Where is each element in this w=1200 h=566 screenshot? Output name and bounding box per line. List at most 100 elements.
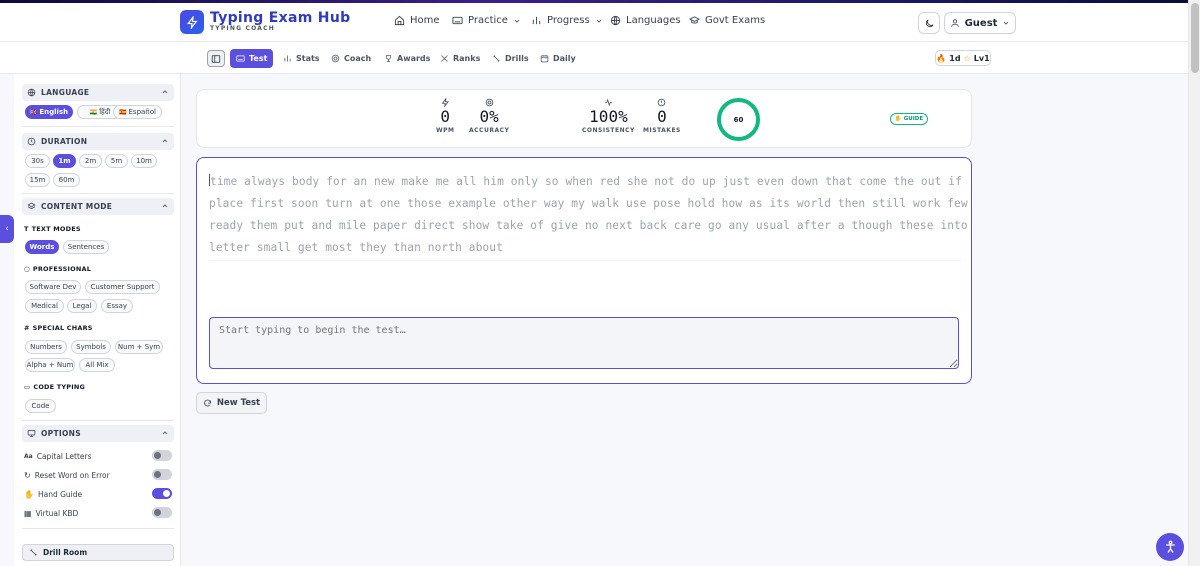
sidebar-collapse-tab[interactable]: ‹ xyxy=(0,215,14,243)
logo[interactable] xyxy=(180,10,204,34)
nav-label: Home xyxy=(410,15,440,26)
typing-input[interactable] xyxy=(209,317,959,369)
mode-medical[interactable]: Medical xyxy=(25,299,64,313)
nav-languages[interactable]: Languages xyxy=(610,15,681,26)
lightning-icon xyxy=(441,98,449,107)
mode-legal[interactable]: Legal xyxy=(67,299,97,313)
nav-practice[interactable]: Practice xyxy=(452,15,521,26)
theme-toggle-button[interactable] xyxy=(918,12,940,34)
virtual-kbd-toggle[interactable] xyxy=(152,507,172,518)
special-chars-label: # SPECIAL CHARS xyxy=(24,324,93,332)
graduation-cap-icon xyxy=(689,16,700,24)
tab-coach[interactable]: Coach xyxy=(325,49,377,68)
chevron-down-icon xyxy=(1004,21,1009,25)
capital-letters-toggle[interactable] xyxy=(152,450,172,461)
duration-15m[interactable]: 15m xyxy=(25,173,50,187)
duration-60m[interactable]: 60m xyxy=(53,173,80,187)
mode-num-sym[interactable]: Num + Sym xyxy=(115,340,163,354)
options-section-header[interactable]: OPTIONS xyxy=(22,425,174,442)
content-mode-section-header[interactable]: CONTENT MODE xyxy=(22,198,174,215)
mode-code[interactable]: Code xyxy=(25,399,56,413)
mistakes-stat: 0 MISTAKES xyxy=(643,98,681,134)
mode-software-dev[interactable]: Software Dev xyxy=(25,280,81,294)
option-capital-letters: Aa Capital Letters xyxy=(24,450,172,462)
new-test-label: New Test xyxy=(216,398,261,408)
mode-alpha-num[interactable]: Alpha + Num xyxy=(25,358,75,372)
tab-stats[interactable]: Stats xyxy=(277,49,326,68)
language-spanish[interactable]: 🇪🇸 Español xyxy=(113,105,162,119)
hand-icon: ✋ xyxy=(894,116,902,122)
chevron-up-icon xyxy=(162,204,168,208)
keyboard-icon: ▦ xyxy=(24,508,32,518)
code-typing-label: ▭ CODE TYPING xyxy=(24,383,85,391)
duration-section-header[interactable]: DURATION xyxy=(22,133,174,150)
page-scrollbar[interactable] xyxy=(1188,0,1200,566)
toggle-knob xyxy=(154,509,161,516)
tab-ranks[interactable]: Ranks xyxy=(434,49,486,68)
timer-value: 60 xyxy=(733,115,744,124)
stats-panel: 0 WPM 0% ACCURACY 60 100% CONSISTENCY 0 … xyxy=(196,89,972,148)
duration-5m[interactable]: 5m xyxy=(105,154,128,168)
layers-icon xyxy=(27,202,36,210)
language-english[interactable]: 🇬🇧 English xyxy=(25,105,73,119)
bar-chart-icon xyxy=(284,55,291,62)
toggle-knob xyxy=(154,452,161,459)
scrollbar-thumb[interactable] xyxy=(1191,3,1199,73)
mode-numbers[interactable]: Numbers xyxy=(25,340,67,354)
sidebar-toggle-button[interactable] xyxy=(207,50,225,67)
alert-circle-icon xyxy=(658,98,666,107)
mode-sentences[interactable]: Sentences xyxy=(63,240,109,254)
language-section-header[interactable]: LANGUAGE xyxy=(22,84,174,101)
duration-30s[interactable]: 30s xyxy=(25,154,50,168)
mode-all-mix[interactable]: All Mix xyxy=(79,358,115,372)
nav-label: Govt Exams xyxy=(705,15,766,26)
duration-1m[interactable]: 1m xyxy=(53,154,76,168)
refresh-icon: ↻ xyxy=(24,470,31,480)
user-menu-button[interactable]: Guest xyxy=(944,12,1016,34)
section-title: CONTENT MODE xyxy=(41,202,113,211)
passage-text[interactable]: time always body for an new make me all … xyxy=(209,171,969,259)
mode-symbols[interactable]: Symbols xyxy=(71,340,111,354)
lightning-icon xyxy=(186,15,197,29)
trophy-icon xyxy=(386,55,391,62)
accuracy-stat: 0% ACCURACY xyxy=(469,98,509,134)
tab-label: Daily xyxy=(553,54,576,63)
nav-govt-exams[interactable]: Govt Exams xyxy=(689,15,765,26)
dumbbell-icon xyxy=(30,549,37,556)
nav-progress[interactable]: Progress xyxy=(531,15,603,26)
globe-icon xyxy=(610,15,621,26)
tab-test[interactable]: Test xyxy=(230,49,274,68)
target-icon xyxy=(485,98,493,107)
duration-10m[interactable]: 10m xyxy=(131,154,157,168)
nav-label: Languages xyxy=(626,15,681,26)
chip-label: English xyxy=(39,108,69,116)
chevron-down-icon xyxy=(596,19,601,23)
tab-drills[interactable]: Drills xyxy=(486,49,535,68)
brand-title[interactable]: Typing Exam Hub xyxy=(210,10,350,26)
home-icon xyxy=(394,15,405,26)
mode-essay[interactable]: Essay xyxy=(101,299,133,313)
flag-icon: 🇪🇸 xyxy=(119,108,127,116)
chevron-up-icon xyxy=(162,139,168,143)
divider xyxy=(209,260,961,261)
tab-daily[interactable]: Daily xyxy=(534,49,582,68)
streak-badge[interactable]: 🔥 1d ☆ Lv1 xyxy=(935,50,991,66)
duration-2m[interactable]: 2m xyxy=(79,154,102,168)
accuracy-value: 0% xyxy=(479,107,499,126)
drill-room-button[interactable]: Drill Room xyxy=(22,544,174,561)
reset-word-toggle[interactable] xyxy=(152,469,172,480)
target-icon xyxy=(331,54,340,63)
code-icon: ▭ xyxy=(24,383,31,391)
hand-guide-toggle[interactable] xyxy=(152,488,172,499)
tab-label: Ranks xyxy=(453,54,481,63)
mode-customer-support[interactable]: Customer Support xyxy=(85,280,160,294)
option-label: Virtual KBD xyxy=(35,508,79,518)
chevron-down-icon xyxy=(514,19,520,23)
tab-awards[interactable]: Awards xyxy=(378,49,436,68)
new-test-button[interactable]: New Test xyxy=(196,392,267,414)
nav-home[interactable]: Home xyxy=(394,15,440,26)
sub-label-text: PROFESSIONAL xyxy=(32,265,92,273)
mode-words[interactable]: Words xyxy=(25,240,59,254)
accessibility-button[interactable] xyxy=(1156,533,1184,561)
guide-button[interactable]: ✋ GUIDE xyxy=(890,113,928,125)
